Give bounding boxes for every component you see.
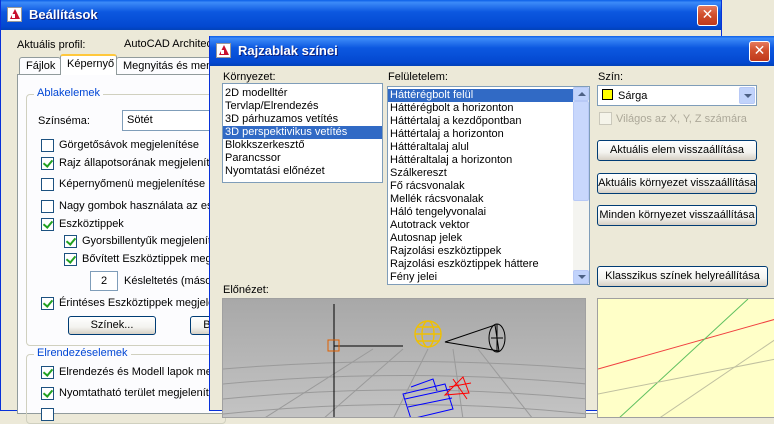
restore-all-contexts-button[interactable]: Minden környezet visszaállítása (597, 205, 757, 226)
restore-classic-colors-button[interactable]: Klasszikus színek helyreállítása (597, 266, 768, 287)
interface-list-scrollbar[interactable] (573, 87, 589, 284)
xyz-tint-label: Világos az X, Y, Z számára (616, 113, 747, 125)
tooltips-checkbox[interactable] (41, 218, 54, 231)
colors-button[interactable]: Színek... (68, 316, 156, 335)
options-titlebar[interactable]: Beállítások ✕ (1, 0, 721, 30)
interface-element-list-item[interactable]: Háttéraltalaj alul (388, 141, 573, 154)
options-close-button[interactable]: ✕ (697, 5, 718, 26)
dialog-close-button[interactable]: ✕ (749, 41, 770, 62)
screen-menu-checkbox[interactable] (41, 178, 54, 191)
context-list-item[interactable]: 3D perspektivikus vetítés (223, 126, 382, 139)
layout-model-tabs-label: Elrendezés és Modell lapok meg (59, 366, 218, 378)
scroll-up-arrow-icon[interactable] (573, 87, 589, 101)
tab-files[interactable]: Fájlok (19, 57, 61, 75)
interface-element-list-item[interactable]: Háttértalaj a kezdőpontban (388, 115, 573, 128)
interface-element-list-item[interactable]: Autotrack vektor (388, 219, 573, 232)
autocad-app-icon (216, 43, 231, 58)
rollover-tooltips-checkbox[interactable] (41, 297, 54, 310)
context-list-item[interactable]: 2D modelltér (223, 87, 382, 100)
scroll-down-arrow-icon[interactable] (573, 270, 589, 284)
interface-element-list-item[interactable]: Szálkereszt (388, 167, 573, 180)
context-list-item[interactable]: Parancssor (223, 152, 382, 165)
autocad-app-icon (7, 7, 22, 22)
restore-current-context-button[interactable]: Aktuális környezet visszaállítása (597, 173, 757, 194)
context-list-item[interactable]: Nyomtatási előnézet (223, 165, 382, 178)
preview-label: Előnézet: (223, 284, 269, 296)
chevron-down-icon (744, 94, 752, 98)
shortcut-keys-checkbox[interactable] (64, 235, 77, 248)
next-option-checkbox[interactable] (41, 408, 54, 421)
interface-element-list-item[interactable]: Háttérégbolt a horizonton (388, 102, 573, 115)
dialog-titlebar[interactable]: Rajzablak színei ✕ (210, 36, 774, 66)
scrollbars-label: Görgetősávok megjelenítése (59, 139, 200, 151)
rollover-tooltips-label: Érintéses Eszköztippek megjele (59, 297, 215, 309)
drawing-window-colors-dialog: Rajzablak színei ✕ Környezet: 2D modellt… (209, 36, 774, 418)
color-select[interactable]: Sárga (597, 85, 757, 106)
context-list-item[interactable]: Tervlap/Elrendezés (223, 100, 382, 113)
context-list-item[interactable]: 3D párhuzamos vetítés (223, 113, 382, 126)
xyz-tint-checkbox[interactable] (599, 112, 612, 125)
color-swatch (602, 89, 613, 100)
context-list-item[interactable]: Blokkszerkesztő (223, 139, 382, 152)
delay-label: Késleltetés (másod (124, 275, 218, 287)
status-bar-checkbox[interactable] (41, 157, 54, 170)
preview-scene (223, 299, 585, 417)
tab-display[interactable]: Képernyő (60, 54, 117, 75)
color-label: Szín: (598, 71, 624, 83)
profile-label: Aktuális profil: (17, 39, 86, 51)
layout-model-tabs-checkbox[interactable] (41, 366, 54, 379)
interface-element-list-item[interactable]: Fő rácsvonalak (388, 180, 573, 193)
interface-element-list-item[interactable]: Háló tengelyvonalai (388, 206, 573, 219)
window-elements-title: Ablakelemek (34, 87, 103, 99)
context-listbox[interactable]: 2D modelltér Tervlap/Elrendezés 3D párhuza… (222, 83, 383, 183)
printable-area-checkbox[interactable] (41, 387, 54, 400)
dialog-title: Rajzablak színei (238, 43, 338, 58)
restore-current-element-button[interactable]: Aktuális elem visszaállítása (597, 140, 757, 161)
interface-element-list-item[interactable]: Fény jelei (388, 271, 573, 284)
interface-element-list-item[interactable]: Autosnap jelek (388, 232, 573, 245)
interface-element-list-item[interactable]: Háttértalaj a horizonton (388, 128, 573, 141)
interface-element-list-item[interactable]: Háttérégbolt felül (388, 89, 573, 102)
interface-element-list-item[interactable]: Mellék rácsvonalak (388, 193, 573, 206)
interface-element-list-item[interactable]: Háttéraltalaj a horizonton (388, 154, 573, 167)
delay-input[interactable]: 2 (90, 271, 118, 291)
tooltips-label: Eszköztippek (59, 218, 124, 230)
interface-element-listbox[interactable]: Háttérégbolt felül Háttérégbolt a horizon… (387, 86, 590, 285)
options-window-title: Beállítások (29, 7, 98, 22)
large-buttons-checkbox[interactable] (41, 200, 54, 213)
interface-element-list-item[interactable]: Rajzolási eszköztippek (388, 245, 573, 258)
scrollbars-checkbox[interactable] (41, 139, 54, 152)
color-scheme-label: Színséma: (38, 115, 90, 127)
extended-tooltips-label: Bővített Eszköztippek megjel (82, 253, 223, 265)
large-buttons-label: Nagy gombok használata az esz (59, 200, 218, 212)
profile-value: AutoCAD Architec (124, 38, 213, 50)
scroll-thumb[interactable] (573, 101, 589, 201)
interface-element-list-item[interactable]: Rajzolási eszköztippek háttere (388, 258, 573, 271)
extended-tooltips-checkbox[interactable] (64, 253, 77, 266)
dropdown-button[interactable] (739, 87, 755, 104)
context-label: Környezet: (223, 71, 276, 83)
printable-area-label: Nyomtatható terület megjeleníté (59, 387, 215, 399)
close-icon: ✕ (753, 43, 766, 59)
color-preview-swatch (597, 298, 774, 418)
screen-menu-label: Képernyőmenü megjelenítése (59, 178, 206, 190)
layout-elements-title: Elrendezéselemek (34, 347, 131, 359)
swatch-preview-lines (598, 299, 774, 417)
interface-element-label: Felületelem: (388, 71, 448, 83)
status-bar-label: Rajz állapotsorának megjelenítése (59, 157, 228, 169)
close-icon: ✕ (701, 7, 714, 23)
shortcut-keys-label: Gyorsbillentyűk megjelenítése (82, 235, 229, 247)
tab-open-save[interactable]: Megnyitás és ment (116, 57, 216, 75)
preview-viewport (222, 298, 586, 418)
